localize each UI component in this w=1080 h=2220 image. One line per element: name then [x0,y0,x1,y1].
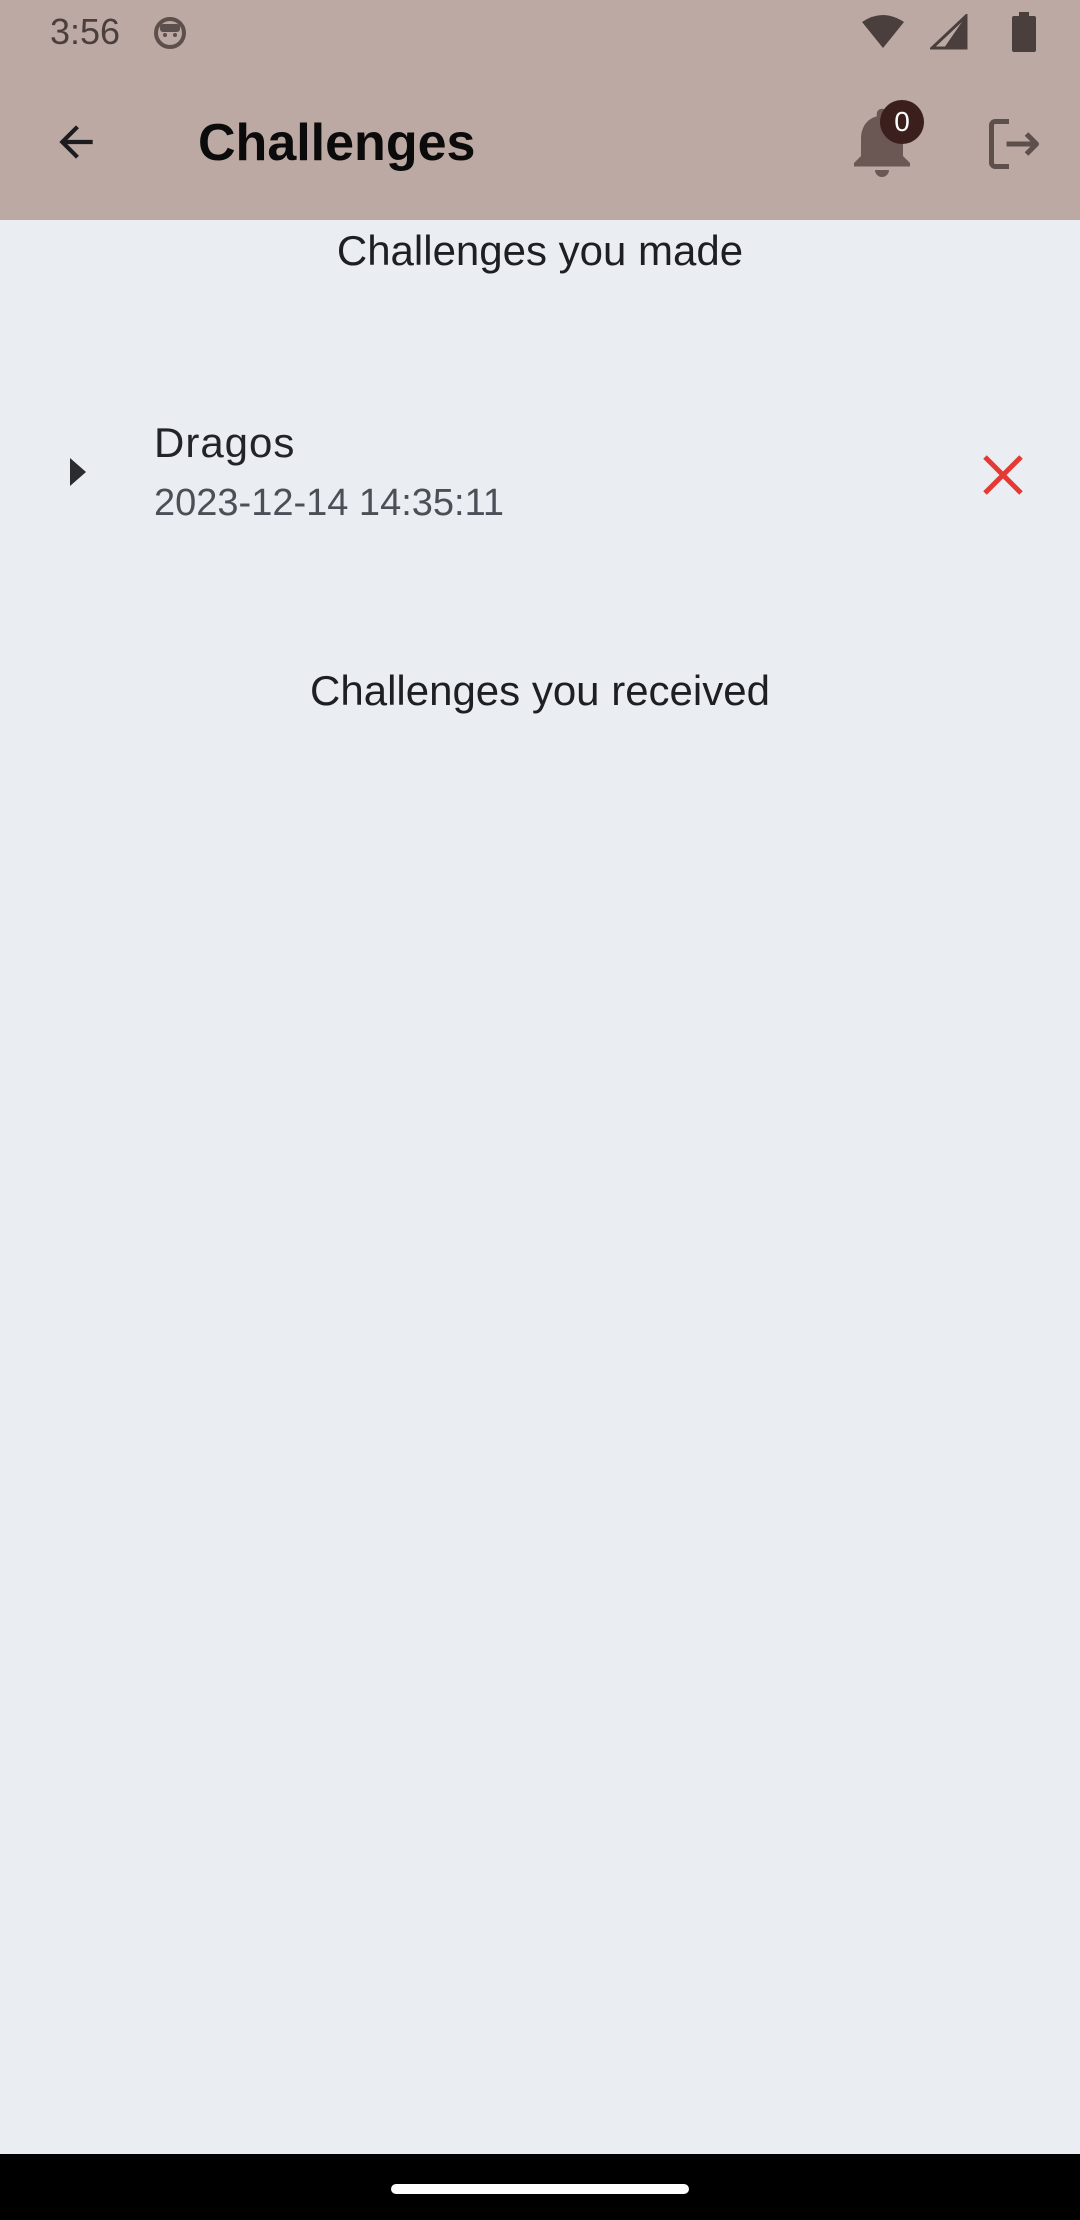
system-navigation-bar [0,2154,1080,2220]
close-icon [983,455,1023,495]
logout-icon [989,119,1039,169]
challenge-date: 2023-12-14 14:35:11 [154,482,505,524]
notification-badge: 0 [880,100,924,144]
wifi-icon [862,15,904,48]
challenge-opponent-name: Dragos [154,419,296,466]
challenges-made-heading: Challenges you made [336,227,744,274]
arrow-back-icon [59,125,93,159]
app-status-icon [154,17,186,49]
battery-icon [1012,12,1036,52]
challenges-received-heading: Challenges you received [310,667,770,714]
delete-challenge-button[interactable] [968,440,1038,510]
status-time: 3:56 [50,11,121,52]
cellular-signal-icon [930,14,968,50]
logout-button[interactable] [974,104,1054,184]
app-bar: 3:56 Challenges 0 [0,0,1080,220]
triangle-right-icon[interactable] [58,452,98,492]
back-button[interactable] [36,102,116,182]
page-title: Challenges [198,114,476,172]
home-gesture-handle[interactable] [391,2184,689,2194]
challenge-list-item[interactable]: Dragos 2023-12-14 14:35:11 [0,400,1080,540]
